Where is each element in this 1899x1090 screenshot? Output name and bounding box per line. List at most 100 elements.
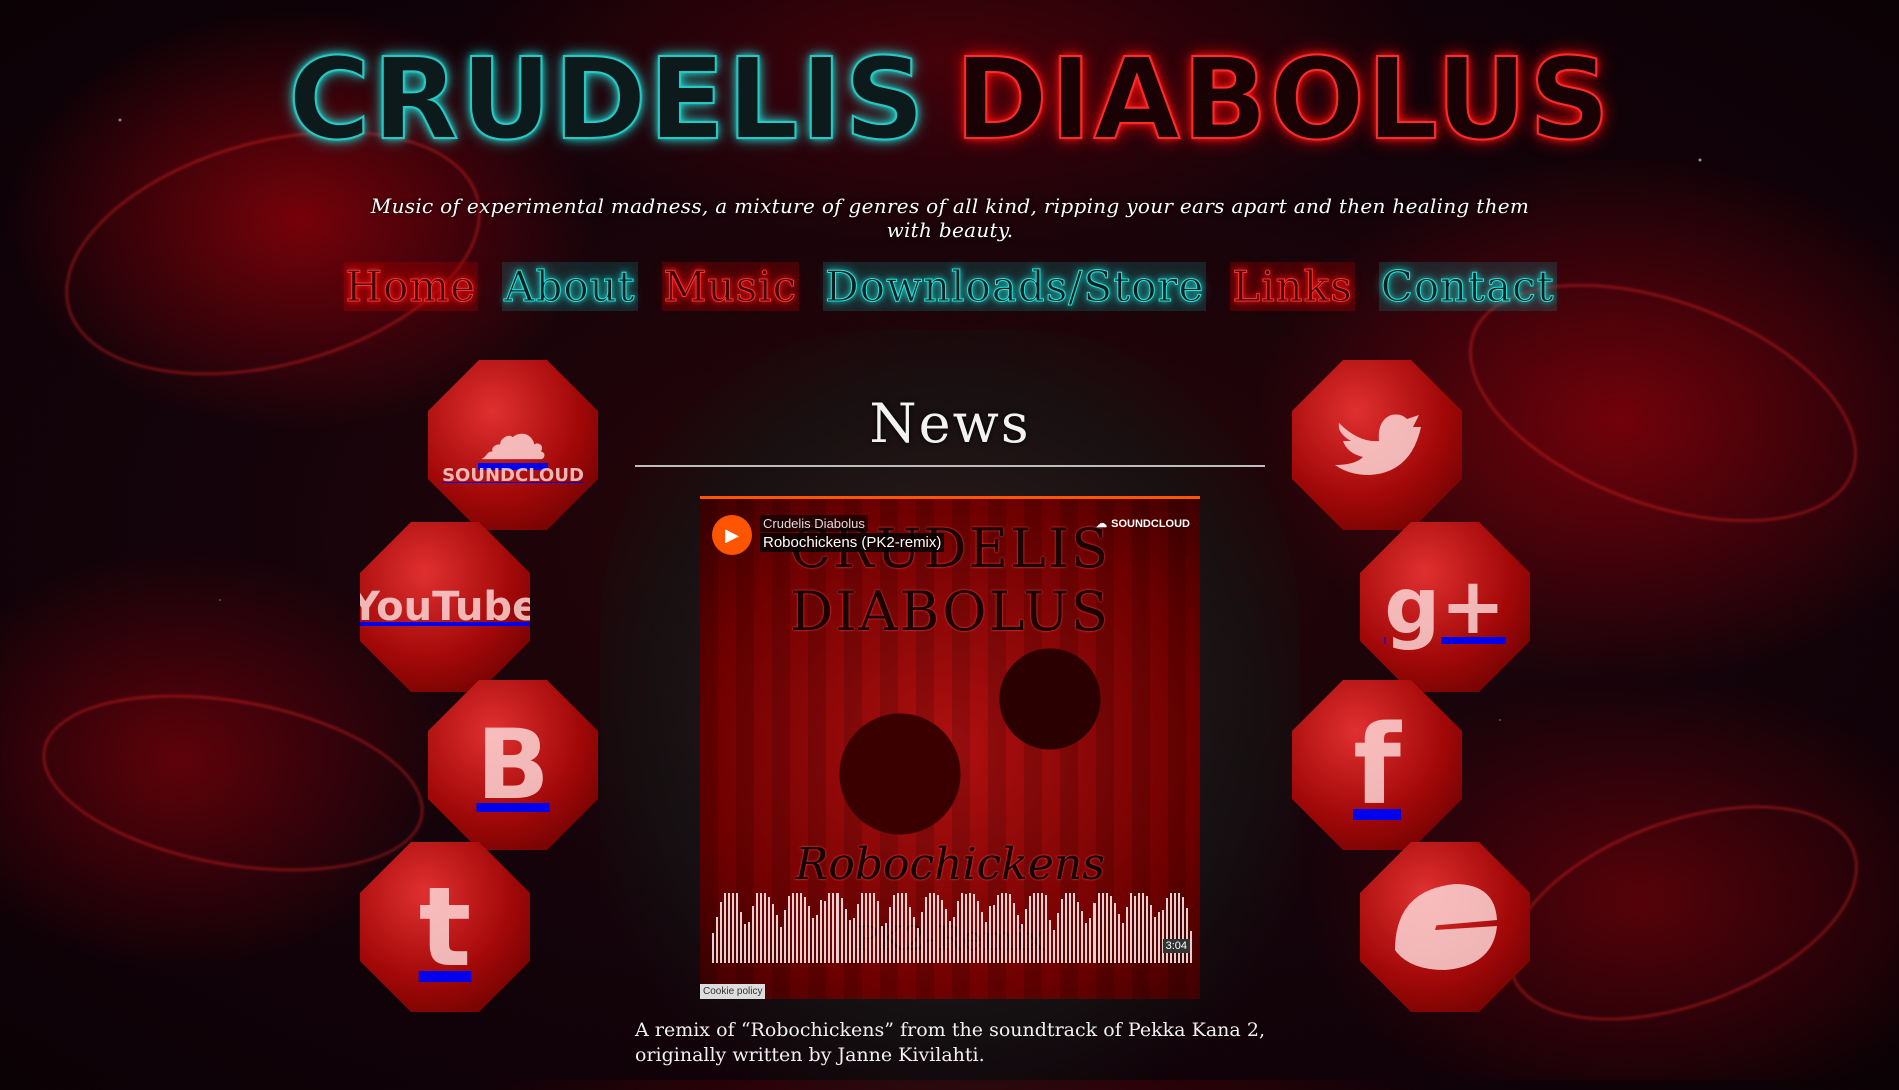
waveform-bar — [1053, 929, 1056, 963]
waveform-bar — [872, 893, 875, 963]
waveform-bar — [776, 914, 779, 963]
waveform-bar — [952, 916, 955, 963]
waveform-bar — [936, 894, 939, 963]
waveform-bar — [1189, 931, 1192, 963]
cookie-policy-link[interactable]: Cookie policy — [700, 984, 766, 999]
track-title[interactable]: Robochickens (PK2-remix) — [760, 533, 945, 552]
waveform-bar — [1133, 896, 1136, 963]
waveform-bar — [744, 923, 747, 963]
cloud-icon: ☁ — [1096, 518, 1108, 530]
waveform-bar — [1049, 919, 1052, 963]
waveform-bar — [924, 897, 927, 963]
waveform-bar — [1009, 893, 1012, 963]
waveform-bar — [1001, 893, 1004, 963]
waveform-bar — [1109, 895, 1112, 963]
waveform-bar — [804, 897, 807, 963]
blogger-link[interactable]: B — [428, 680, 598, 850]
tumblr-link[interactable]: t — [360, 842, 530, 1012]
waveform-bar — [1157, 911, 1160, 963]
waveform-bar — [1129, 893, 1132, 963]
waveform-bar — [1013, 902, 1016, 963]
soundcloud-brand: SOUNDCLOUD — [1111, 517, 1190, 530]
waveform-bar — [800, 893, 803, 963]
waveform-bar — [716, 916, 719, 963]
waveform-bar — [1185, 908, 1188, 963]
waveform-bar — [932, 893, 935, 963]
news-heading: News — [869, 392, 1031, 455]
waveform-bar — [1145, 896, 1148, 963]
waveform-bar — [896, 893, 899, 963]
waveform-bar — [977, 900, 980, 963]
waveform-bar — [728, 893, 731, 963]
site-logo[interactable]: CRUDELIS DIABOLUS — [287, 30, 1610, 170]
waveform-bar — [864, 893, 867, 963]
waveform-bar — [904, 893, 907, 963]
track-artist[interactable]: Crudelis Diabolus — [760, 515, 868, 532]
waveform-bar — [993, 905, 996, 963]
youtube-icon: YouTube — [350, 584, 540, 630]
waveform-bar — [812, 918, 815, 963]
waveform-bar — [1161, 910, 1164, 963]
waveform-bar — [1041, 893, 1044, 963]
waveform-bar — [848, 920, 851, 963]
waveform-bar — [792, 893, 795, 963]
waveform-bar — [1029, 896, 1032, 963]
waveform-bar — [1137, 893, 1140, 963]
nav-links[interactable]: Links — [1230, 262, 1355, 312]
waveform-bar — [764, 893, 767, 963]
waveform-bar — [808, 906, 811, 963]
nav-home[interactable]: Home — [343, 262, 479, 312]
waveform-bar — [1117, 914, 1120, 963]
waveform-bar — [796, 893, 799, 963]
deviantart-icon — [1385, 870, 1505, 984]
soundcloud-player[interactable]: CRUDELIS DIABOLUS Robochickens PK2-Remix… — [700, 496, 1200, 999]
play-icon[interactable]: ▶ — [712, 515, 752, 555]
waveform-bar — [948, 920, 951, 963]
waveform-bar — [1121, 923, 1124, 963]
nav-about[interactable]: About — [502, 262, 638, 312]
waveform-bar — [964, 894, 967, 963]
waveform-bar — [832, 893, 835, 963]
waveform-bar — [960, 893, 963, 963]
waveform-bar — [1113, 903, 1116, 963]
waveform-bar — [1021, 924, 1024, 963]
google-plus-link[interactable]: g+ — [1360, 522, 1530, 692]
waveform-bar — [868, 893, 871, 963]
logo-word-crudelis: CRUDELIS — [287, 34, 927, 166]
deviantart-link[interactable] — [1360, 842, 1530, 1012]
waveform-bar — [920, 911, 923, 963]
waveform-bar — [784, 910, 787, 963]
waveform-bar — [1149, 905, 1152, 963]
waveform-bar — [740, 912, 743, 963]
soundcloud-logo[interactable]: ☁ SOUNDCLOUD — [1096, 517, 1190, 531]
twitter-link[interactable] — [1292, 360, 1462, 530]
waveform-bar — [1057, 913, 1060, 963]
waveform-bar — [852, 918, 855, 963]
youtube-link[interactable]: YouTube — [360, 522, 530, 692]
waveform-bar — [768, 897, 771, 963]
nav-music[interactable]: Music — [661, 262, 800, 312]
soundcloud-link[interactable]: ☁ SOUNDCLOUD — [428, 360, 598, 530]
waveform-bar — [828, 893, 831, 963]
nav-contact[interactable]: Contact — [1378, 262, 1557, 312]
nav-downloads[interactable]: Downloads/Store — [823, 262, 1207, 312]
facebook-link[interactable]: f — [1292, 680, 1462, 850]
waveform-bar — [1153, 917, 1156, 963]
waveform-bar — [892, 894, 895, 963]
waveform-bar — [1125, 907, 1128, 963]
waveform[interactable] — [712, 891, 1192, 963]
waveform-bar — [1061, 899, 1064, 963]
waveform-bar — [712, 933, 715, 963]
waveform-bar — [985, 921, 988, 963]
main-nav: Home About Music Downloads/Store Links C… — [343, 262, 1557, 312]
waveform-bar — [724, 893, 727, 963]
waveform-bar — [748, 921, 751, 963]
waveform-bar — [1005, 893, 1008, 963]
waveform-bar — [969, 893, 972, 963]
waveform-bar — [1069, 893, 1072, 963]
waveform-bar — [856, 903, 859, 963]
waveform-bar — [1101, 893, 1104, 963]
waveform-bar — [1033, 893, 1036, 963]
news-description: A remix of “Robochickens” from the sound… — [635, 1019, 1265, 1066]
waveform-bar — [1141, 893, 1144, 963]
